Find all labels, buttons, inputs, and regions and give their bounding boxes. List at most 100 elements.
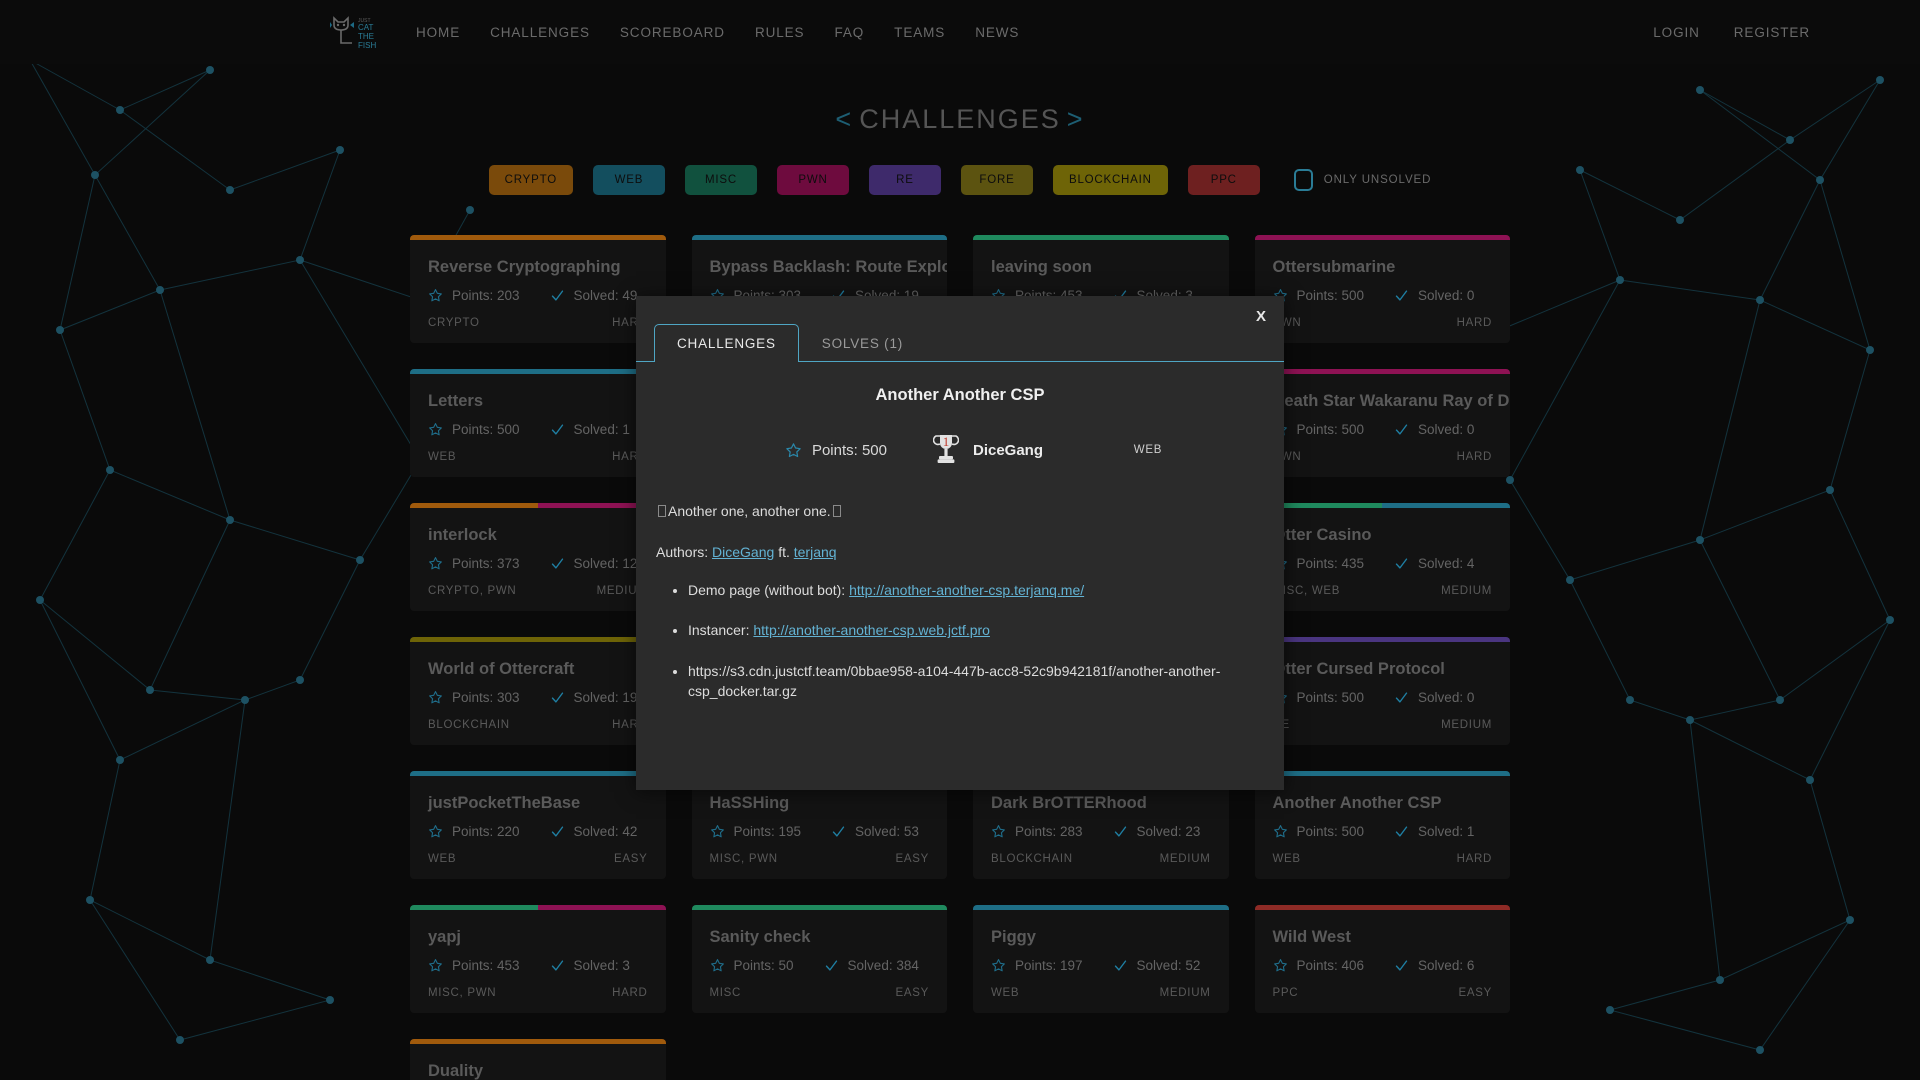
card-stripe-segment [410, 637, 666, 642]
card-tags: MISC, PWN HARD [410, 973, 666, 999]
card-tags: WEB HARD [410, 437, 666, 463]
modal-category: WEB [1133, 444, 1163, 456]
challenge-card[interactable]: Otter Casino Points: 435 Solved: 4 MISC,… [1254, 503, 1511, 611]
star-icon [429, 959, 442, 972]
card-category-stripe [1254, 905, 1510, 910]
site-logo[interactable]: JUST CAT THE FISH [330, 15, 392, 49]
card-stripe-segment [410, 369, 666, 374]
nav-item-challenges[interactable]: CHALLENGES [490, 25, 590, 40]
card-category-stripe [691, 235, 947, 240]
card-difficulty-tag: MEDIUM [1441, 719, 1492, 731]
filter-misc[interactable]: MISC [684, 165, 757, 195]
challenge-card[interactable]: Sanity check Points: 50 Solved: 384 MISC… [691, 905, 947, 1013]
check-icon [1395, 960, 1408, 971]
trophy-icon: 1 [932, 433, 960, 467]
nav-item-teams[interactable]: TEAMS [894, 25, 945, 40]
check-icon [551, 558, 563, 569]
check-icon [551, 960, 563, 971]
card-meta: Points: 435 Solved: 4 [1255, 545, 1511, 571]
card-difficulty-tag: EASY [1458, 987, 1492, 999]
challenge-detail-modal: X CHALLENGES SOLVES (1) Another Another … [636, 296, 1284, 790]
card-tags: MISC, WEB MEDIUM [1255, 571, 1511, 597]
challenge-card[interactable]: Wild West Points: 406 Solved: 6 PPC EASY [1254, 905, 1510, 1013]
filter-ppc[interactable]: PPC [1187, 165, 1260, 195]
challenge-card[interactable]: yapj Points: 453 Solved: 3 MISC, PWN HAR… [410, 905, 666, 1013]
card-points: Points: 373 [452, 556, 520, 571]
star-icon [786, 442, 801, 457]
card-solved: Solved: 19 [573, 690, 638, 705]
author-link-primary[interactable]: DiceGang [712, 544, 774, 560]
challenge-card[interactable]: Another Another CSP Points: 500 Solved: … [1254, 771, 1510, 879]
page-title: < CHALLENGES > [0, 104, 1920, 135]
nav-item-rules[interactable]: RULES [755, 25, 805, 40]
card-points: Points: 435 [1296, 556, 1365, 571]
card-stripe-segment [410, 503, 538, 508]
filter-pwn[interactable]: PWN [776, 165, 849, 195]
challenge-card[interactable]: justPocketTheBase Points: 220 Solved: 42… [410, 771, 666, 879]
card-points: Points: 203 [452, 288, 520, 303]
authors-prefix: Authors: [656, 544, 709, 560]
card-points: Points: 500 [452, 422, 520, 437]
filter-fore[interactable]: FORE [960, 165, 1033, 195]
category-filter-bar: CRYPTO WEB MISC PWN RE FORE BLOCKCHAIN P… [0, 165, 1920, 195]
card-solved: Solved: 3 [573, 958, 630, 973]
card-title: Wild West [1272, 928, 1351, 946]
nav-item-news[interactable]: NEWS [975, 25, 1019, 40]
register-link[interactable]: REGISTER [1734, 25, 1810, 40]
challenge-card[interactable]: Reverse Cryptographing Points: 203 Solve… [410, 235, 666, 343]
nav-item-faq[interactable]: FAQ [834, 25, 864, 40]
login-link[interactable]: LOGIN [1653, 25, 1700, 40]
card-category-tag: PPC [1272, 987, 1299, 999]
resource-url-link[interactable]: http://another-another-csp.web.jctf.pro [753, 622, 990, 638]
modal-challenge-title: Another Another CSP [875, 386, 1045, 404]
tab-challenges[interactable]: CHALLENGES [654, 324, 799, 362]
svg-text:THE: THE [358, 32, 374, 41]
challenge-card[interactable]: Otter Cursed Protocol Points: 500 Solved… [1254, 637, 1510, 745]
nav-links: HOME CHALLENGES SCOREBOARD RULES FAQ TEA… [416, 25, 1019, 40]
star-icon [1273, 959, 1287, 972]
card-title: Otter Casino [1272, 526, 1372, 544]
filter-blockchain[interactable]: BLOCKCHAIN [1052, 165, 1168, 195]
card-title: World of Ottercraft [428, 660, 575, 678]
modal-close-button[interactable]: X [1256, 308, 1266, 325]
authors-middle: ft. [778, 544, 790, 560]
card-tags: WEB EASY [410, 839, 666, 865]
card-category-stripe [410, 369, 666, 374]
only-unsolved-checkbox[interactable] [1293, 169, 1313, 191]
challenge-card[interactable]: Duality Points: 500 Solved: 0 CRYPTO HAR… [410, 1039, 666, 1080]
filter-web[interactable]: WEB [592, 165, 665, 195]
card-difficulty-tag: HARD [1456, 317, 1492, 329]
check-icon [1114, 960, 1126, 971]
filter-crypto[interactable]: CRYPTO [488, 165, 573, 195]
nav-item-scoreboard[interactable]: SCOREBOARD [620, 25, 725, 40]
nav-item-home[interactable]: HOME [416, 25, 460, 40]
card-category-tag: BLOCKCHAIN [428, 719, 510, 731]
card-solved: Solved: 1 [1418, 824, 1475, 839]
card-solved: Solved: 23 [1136, 824, 1201, 839]
challenge-card[interactable]: Ottersubmarine Points: 500 Solved: 0 PWN… [1254, 235, 1510, 343]
challenge-card[interactable]: World of Ottercraft Points: 303 Solved: … [410, 637, 666, 745]
resource-url-link[interactable]: http://another-another-csp.terjanq.me/ [849, 582, 1084, 598]
challenge-card[interactable]: Death Star Wakaranu Ray of Death Points:… [1254, 369, 1510, 477]
card-difficulty-tag: EASY [895, 853, 929, 865]
card-solved: Solved: 0 [1418, 422, 1475, 437]
author-link-secondary[interactable]: terjanq [794, 544, 837, 560]
card-tags: CRYPTO HARD [410, 303, 666, 329]
challenge-card[interactable]: interlock Points: 373 Solved: 12 CRYPTO,… [410, 503, 666, 611]
card-category-tag: WEB [1272, 853, 1301, 865]
svg-text:CAT: CAT [358, 23, 374, 32]
check-icon [1395, 558, 1408, 569]
top-navbar: JUST CAT THE FISH HOME CHALLENGES SCOREB… [0, 0, 1920, 64]
challenge-card[interactable]: Letters Points: 500 Solved: 1 WEB HARD [410, 369, 666, 477]
filter-re[interactable]: RE [868, 165, 941, 195]
card-category-stripe [691, 905, 947, 910]
challenge-card[interactable]: Piggy Points: 197 Solved: 52 WEB MEDIUM [973, 905, 1229, 1013]
resource-label: Instancer: [688, 622, 750, 639]
card-category-tag: MISC [709, 987, 742, 999]
check-icon [825, 960, 837, 971]
tab-solves[interactable]: SOLVES (1) [799, 324, 926, 362]
card-title: Sanity check [709, 928, 811, 946]
card-category-stripe [1254, 369, 1510, 374]
card-tags: BLOCKCHAIN HARD [410, 705, 666, 731]
card-tags: WEB MEDIUM [973, 973, 1229, 999]
